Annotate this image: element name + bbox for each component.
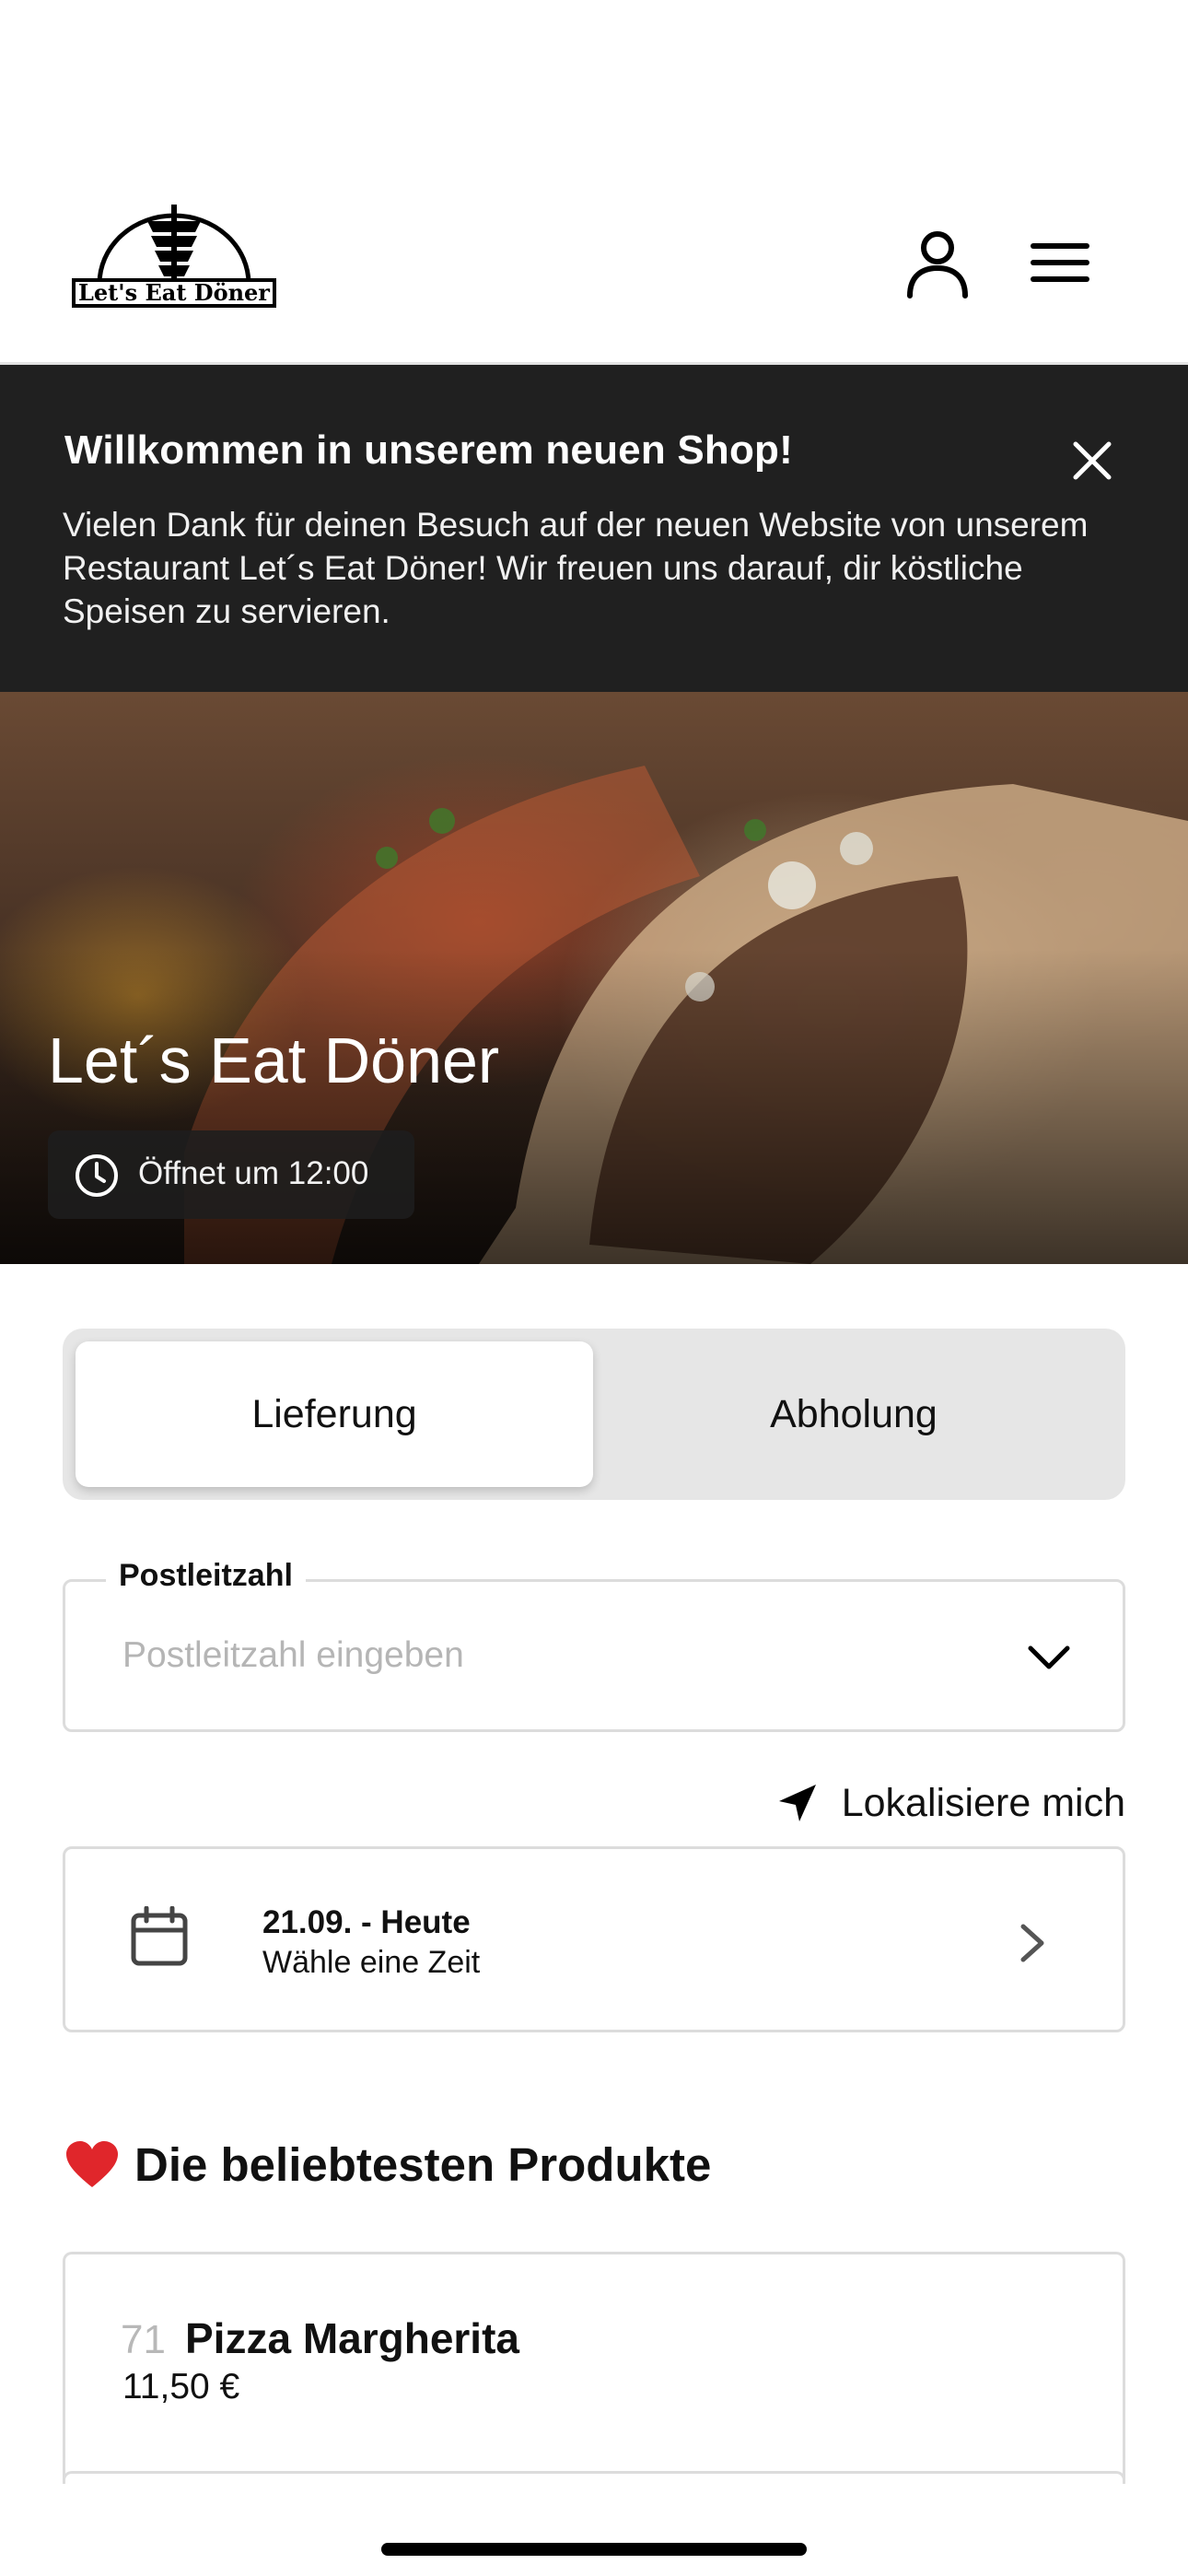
postal-code-input[interactable] bbox=[121, 1628, 949, 1683]
restaurant-logo[interactable]: Let's Eat Döner bbox=[68, 203, 280, 313]
home-indicator bbox=[381, 2543, 807, 2556]
chevron-right-icon bbox=[1020, 1924, 1044, 1962]
restaurant-name: Let´s Eat Döner bbox=[48, 1025, 500, 1096]
popular-products-title: Die beliebtesten Produkte bbox=[134, 2138, 712, 2191]
bottom-safe-area bbox=[0, 2484, 1188, 2576]
location-arrow-icon bbox=[778, 1785, 816, 1821]
banner-title: Willkommen in unserem neuen Shop! bbox=[64, 427, 793, 473]
banner-text: Vielen Dank für deinen Besuch auf der ne… bbox=[63, 506, 1089, 630]
opening-hours-badge: Öffnet um 12:00 bbox=[48, 1130, 414, 1219]
calendar-icon bbox=[131, 1906, 188, 1966]
heart-icon bbox=[66, 2140, 118, 2187]
locate-me-button[interactable]: Lokalisiere mich bbox=[777, 1771, 1125, 1835]
user-icon[interactable] bbox=[901, 226, 974, 299]
product-price: 11,50 € bbox=[122, 2367, 240, 2406]
logo-text: Let's Eat Döner bbox=[72, 278, 276, 308]
product-number: 71 bbox=[121, 2317, 166, 2362]
status-bar bbox=[0, 0, 1188, 175]
close-icon[interactable] bbox=[1072, 440, 1112, 481]
hero-image: Let´s Eat Döner Öffnet um 12:00 bbox=[0, 692, 1188, 1264]
product-card[interactable]: 71 Pizza Margherita 11,50 € bbox=[63, 2252, 1125, 2482]
locate-me-label: Lokalisiere mich bbox=[841, 1780, 1125, 1825]
next-product-card-edge bbox=[63, 2471, 1125, 2484]
selected-date: 21.09. - Heute bbox=[262, 1904, 471, 1940]
clock-icon bbox=[76, 1154, 118, 1197]
order-mode-toggle: Lieferung Abholung bbox=[63, 1329, 1125, 1500]
choose-time-text: Wähle eine Zeit bbox=[262, 1945, 481, 1980]
product-name: Pizza Margherita bbox=[185, 2314, 519, 2362]
site-header: Let's Eat Döner bbox=[0, 175, 1188, 365]
popular-products-heading: Die beliebtesten Produkte bbox=[64, 2137, 711, 2192]
welcome-banner: Willkommen in unserem neuen Shop! Vielen… bbox=[0, 365, 1188, 692]
chevron-down-icon[interactable] bbox=[1025, 1633, 1073, 1681]
opening-time-text: Öffnet um 12:00 bbox=[138, 1155, 369, 1191]
time-selector[interactable]: 21.09. - Heute Wähle eine Zeit bbox=[63, 1846, 1125, 2032]
postal-code-label: Postleitzahl bbox=[106, 1558, 306, 1594]
postal-code-field[interactable]: Postleitzahl bbox=[63, 1558, 1125, 1732]
delivery-tab[interactable]: Lieferung bbox=[76, 1341, 593, 1487]
pickup-tab[interactable]: Abholung bbox=[595, 1341, 1112, 1487]
hamburger-menu-icon[interactable] bbox=[1030, 241, 1090, 284]
